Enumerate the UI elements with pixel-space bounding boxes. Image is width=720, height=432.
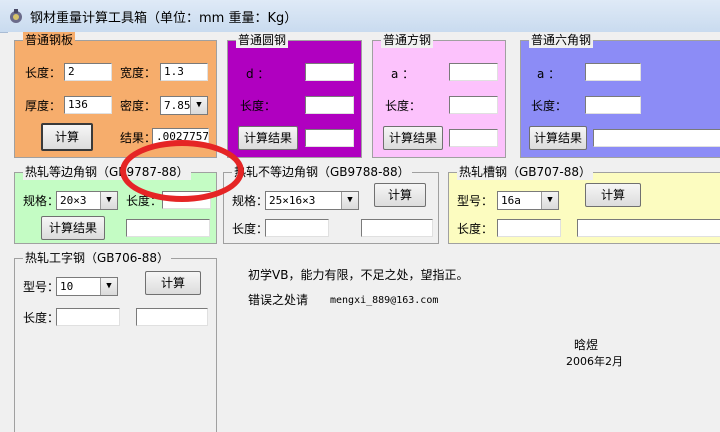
- square-result-output[interactable]: [449, 129, 498, 147]
- channel-type-value: 16a: [501, 194, 521, 207]
- window-title: 钢材重量计算工具箱（单位：mm 重量：Kg）: [30, 11, 298, 26]
- square-length-input[interactable]: [449, 96, 498, 114]
- equal-angle-calc-button[interactable]: 计算结果: [41, 216, 105, 240]
- notes-line1: 初学VB，能力有限，不足之处，望指正。: [248, 268, 469, 282]
- unequal-angle-spec-select[interactable]: 25×16×3 ▼: [265, 191, 359, 210]
- plate-thickness-label: 厚度：: [25, 99, 62, 113]
- equal-angle-spec-label: 规格：: [23, 194, 60, 208]
- equal-angle-spec-select[interactable]: 20×3 ▼: [56, 191, 118, 210]
- unequal-angle-legend: 热轧不等边角钢（GB9788-88）: [232, 164, 412, 180]
- title-bar: 钢材重量计算工具箱（单位：mm 重量：Kg）: [0, 0, 720, 33]
- plate-length-input[interactable]: 2: [64, 63, 112, 81]
- ibeam-result-output[interactable]: [136, 308, 208, 326]
- plate-thickness-input[interactable]: 136: [64, 96, 112, 114]
- hex-steel-group: 普通六角钢 a ： 长度： 计算结果: [520, 32, 720, 158]
- square-steel-group: 普通方钢 a ： 长度： 计算结果: [372, 32, 506, 158]
- chevron-down-icon[interactable]: ▼: [190, 97, 207, 114]
- round-d-label: d ：: [246, 67, 270, 81]
- client-area: 普通钢板 长度： 2 宽度： 1.3 厚度： 136 密度： 7.85 ▼ 计算…: [8, 32, 720, 432]
- chevron-down-icon[interactable]: ▼: [341, 192, 358, 209]
- notes-author: 晗煜: [574, 338, 599, 352]
- hex-calc-button[interactable]: 计算结果: [529, 126, 587, 150]
- notes-email: mengxi_889@163.com: [330, 295, 439, 306]
- chevron-down-icon[interactable]: ▼: [100, 278, 117, 295]
- hex-length-label: 长度：: [531, 99, 568, 113]
- unequal-angle-result-output[interactable]: [361, 219, 433, 237]
- round-legend: 普通圆钢: [236, 32, 289, 48]
- unequal-angle-calc-button[interactable]: 计算: [374, 183, 426, 207]
- hex-a-label: a ：: [537, 67, 561, 81]
- square-calc-button[interactable]: 计算结果: [383, 126, 443, 150]
- channel-type-label: 型号：: [457, 194, 494, 208]
- hex-legend: 普通六角钢: [529, 32, 594, 48]
- plate-density-value: 7.85: [164, 99, 191, 112]
- channel-result-output[interactable]: [577, 219, 720, 237]
- channel-legend: 热轧槽钢（GB707-88）: [457, 164, 594, 180]
- hex-length-input[interactable]: [585, 96, 641, 114]
- hex-a-input[interactable]: [585, 63, 641, 81]
- square-length-label: 长度：: [385, 99, 422, 113]
- ibeam-type-select[interactable]: 10 ▼: [56, 277, 118, 296]
- equal-angle-result-output[interactable]: [126, 219, 210, 237]
- highlight-circle: [120, 140, 244, 202]
- ibeam-calc-button[interactable]: 计算: [145, 271, 201, 295]
- ibeam-length-label: 长度：: [23, 311, 60, 325]
- unequal-angle-length-label: 长度：: [232, 222, 269, 236]
- unequal-angle-spec-label: 规格：: [232, 194, 269, 208]
- app-icon: [10, 9, 22, 23]
- notes-line2-label: 错误之处请: [248, 293, 309, 307]
- notes-date: 2006年2月: [566, 355, 623, 368]
- square-legend: 普通方钢: [381, 32, 434, 48]
- round-calc-button[interactable]: 计算结果: [238, 126, 298, 150]
- ibeam-type-value: 10: [60, 280, 74, 293]
- plate-density-select[interactable]: 7.85 ▼: [160, 96, 208, 115]
- plate-result-label: 结果：: [120, 131, 157, 145]
- ibeam-legend: 热轧工字钢（GB706-88）: [23, 250, 172, 266]
- square-a-input[interactable]: [449, 63, 498, 81]
- ibeam-length-input[interactable]: [56, 308, 120, 326]
- ibeam-type-label: 型号：: [23, 280, 60, 294]
- plate-width-label: 宽度：: [120, 66, 157, 80]
- channel-type-select[interactable]: 16a ▼: [497, 191, 559, 210]
- round-steel-group: 普通圆钢 d ： 长度： 计算结果: [227, 32, 362, 158]
- ibeam-group: 热轧工字钢（GB706-88） 型号： 10 ▼ 计算 长度：: [14, 250, 217, 432]
- plate-length-label: 长度：: [25, 66, 62, 80]
- channel-length-label: 长度：: [457, 222, 494, 236]
- notes-panel: 初学VB，能力有限，不足之处，望指正。 错误之处请 mengxi_889@163…: [218, 254, 720, 432]
- square-a-label: a ：: [391, 67, 415, 81]
- round-length-input[interactable]: [305, 96, 354, 114]
- round-length-label: 长度：: [240, 99, 277, 113]
- unequal-angle-group: 热轧不等边角钢（GB9788-88） 规格： 25×16×3 ▼ 计算 长度：: [223, 164, 439, 244]
- unequal-angle-length-input[interactable]: [265, 219, 329, 237]
- equal-angle-spec-value: 20×3: [60, 194, 87, 207]
- plate-width-input[interactable]: 1.3: [160, 63, 208, 81]
- chevron-down-icon[interactable]: ▼: [100, 192, 117, 209]
- channel-calc-button[interactable]: 计算: [585, 183, 641, 207]
- plate-density-label: 密度：: [120, 99, 157, 113]
- plate-legend: 普通钢板: [23, 32, 76, 48]
- round-d-input[interactable]: [305, 63, 354, 81]
- channel-length-input[interactable]: [497, 219, 561, 237]
- hex-result-output[interactable]: [593, 129, 720, 147]
- chevron-down-icon[interactable]: ▼: [541, 192, 558, 209]
- round-result-output[interactable]: [305, 129, 354, 147]
- unequal-angle-spec-value: 25×16×3: [269, 194, 316, 207]
- plate-calc-button[interactable]: 计算: [41, 123, 93, 151]
- channel-group: 热轧槽钢（GB707-88） 型号： 16a ▼ 计算 长度：: [448, 164, 720, 244]
